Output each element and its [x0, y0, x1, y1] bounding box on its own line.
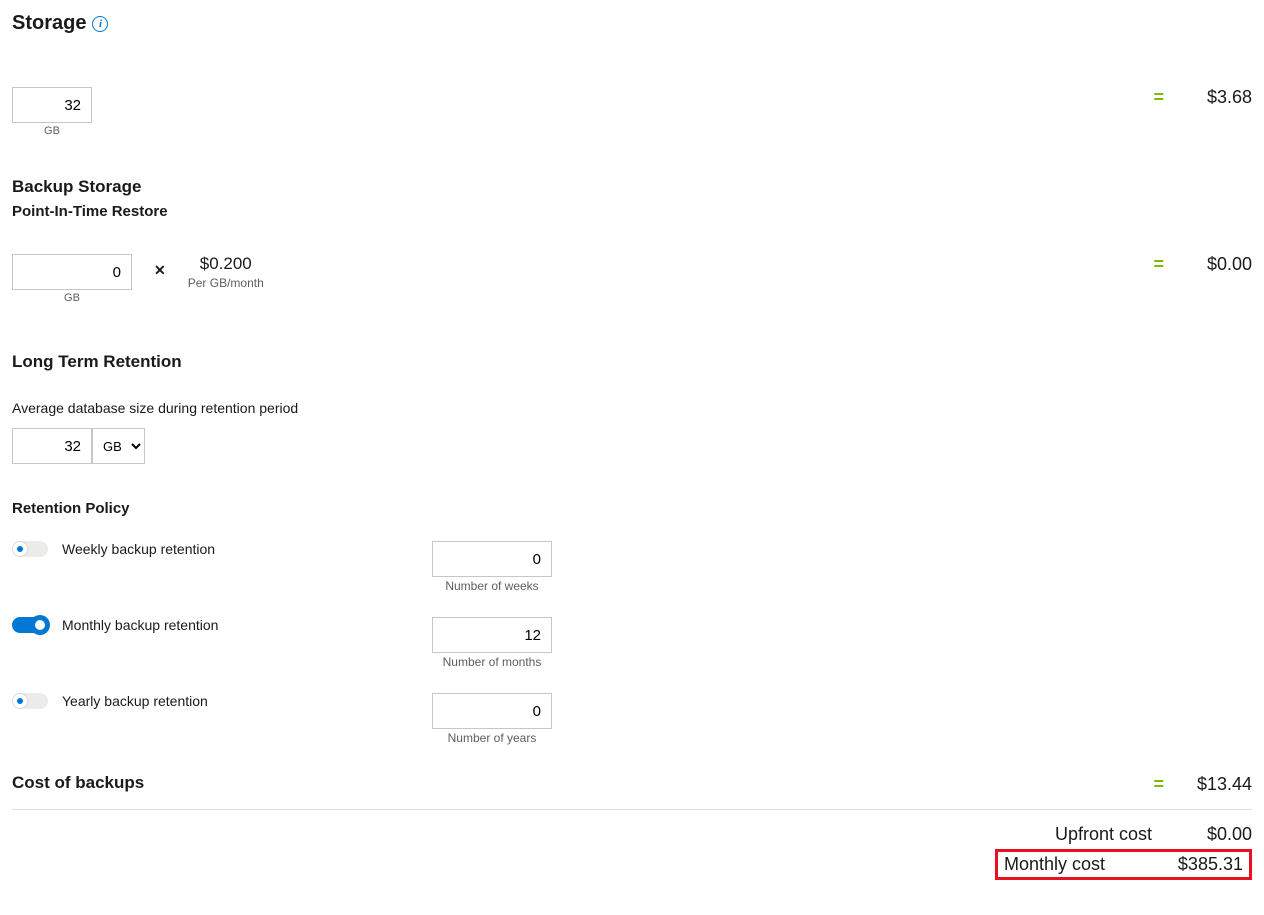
ltr-heading: Long Term Retention — [12, 352, 1252, 372]
pitr-heading: Point-In-Time Restore — [12, 203, 1252, 220]
weekly-retention-toggle[interactable] — [12, 541, 48, 557]
backup-cost: $0.00 — [1182, 254, 1252, 275]
monthly-cost-label: Monthly cost — [1004, 854, 1105, 875]
upfront-cost-label: Upfront cost — [1055, 824, 1152, 845]
backup-rate-label: Per GB/month — [188, 276, 264, 290]
summary-divider — [12, 809, 1252, 810]
yearly-retention-unit: Number of years — [432, 731, 552, 745]
monthly-retention-label: Monthly backup retention — [62, 617, 218, 633]
monthly-retention-toggle[interactable] — [12, 617, 48, 633]
cost-of-backups-heading: Cost of backups — [12, 773, 144, 793]
storage-gb-input[interactable] — [12, 87, 92, 123]
storage-unit-label: GB — [44, 125, 60, 137]
backup-storage-heading: Backup Storage — [12, 177, 1252, 197]
weekly-retention-input[interactable] — [432, 541, 552, 577]
monthly-retention-unit: Number of months — [432, 655, 552, 669]
monthly-retention-input[interactable] — [432, 617, 552, 653]
equals-sign: = — [1153, 87, 1164, 108]
avg-db-size-label: Average database size during retention p… — [12, 400, 1252, 416]
backup-unit-label: GB — [64, 292, 80, 304]
info-icon[interactable]: i — [92, 16, 108, 32]
monthly-cost-value: $385.31 — [1163, 854, 1243, 875]
avg-db-size-input[interactable] — [12, 428, 92, 464]
backup-rate: $0.200 — [188, 254, 264, 274]
equals-sign: = — [1153, 774, 1164, 795]
equals-sign: = — [1153, 254, 1164, 275]
backup-gb-input[interactable] — [12, 254, 132, 290]
storage-heading: Storage — [12, 12, 86, 35]
cost-of-backups-value: $13.44 — [1182, 774, 1252, 795]
weekly-retention-unit: Number of weeks — [432, 579, 552, 593]
storage-cost: $3.68 — [1182, 87, 1252, 108]
yearly-retention-input[interactable] — [432, 693, 552, 729]
upfront-cost-value: $0.00 — [1172, 824, 1252, 845]
retention-policy-heading: Retention Policy — [12, 500, 1252, 517]
monthly-cost-highlight: Monthly cost $385.31 — [995, 849, 1252, 880]
yearly-retention-toggle[interactable] — [12, 693, 48, 709]
yearly-retention-label: Yearly backup retention — [62, 693, 208, 709]
weekly-retention-label: Weekly backup retention — [62, 541, 215, 557]
avg-db-size-unit-select[interactable]: GB — [92, 428, 145, 464]
multiply-sign: ✕ — [154, 262, 166, 279]
